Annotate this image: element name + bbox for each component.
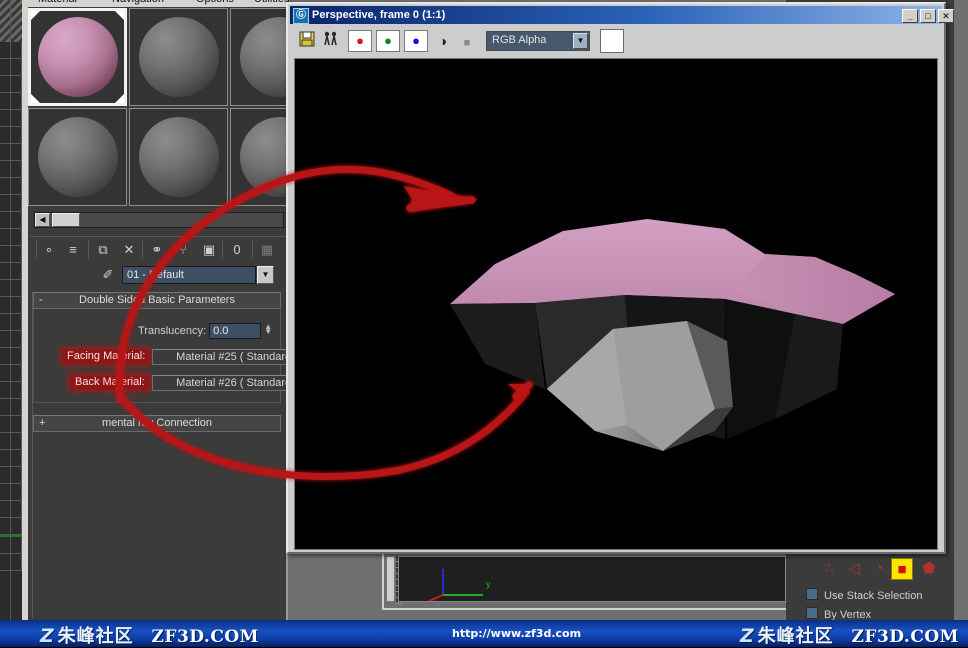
close-button[interactable]: ✕ [938, 9, 954, 23]
scroll-left-arrow-icon[interactable]: ◀ [35, 213, 50, 227]
translucency-input[interactable]: 0.0 [209, 323, 262, 339]
material-name-dropdown-arrow-icon[interactable]: ▼ [257, 266, 274, 284]
save-bitmap-icon[interactable] [296, 30, 318, 52]
polygon-level-icon[interactable]: ■ [891, 558, 913, 580]
render-window-title: Perspective, frame 0 (1:1) [312, 9, 446, 21]
translucency-row: Translucency: 0.0 ▲ ▼ [138, 323, 272, 339]
rollout-header-double-sided[interactable]: - Double Sided Basic Parameters [33, 292, 281, 309]
back-material-label-wrap: Back Material: [70, 375, 150, 390]
red-dot-icon: ● [356, 33, 364, 48]
facing-material-label-wrap: Facing Material: [62, 349, 151, 364]
viewport-vertical-track[interactable] [386, 556, 395, 602]
rollout-title: mental ray Connection [101, 417, 213, 429]
watermark-right-chinese: 朱峰社区 [757, 626, 834, 647]
edge-level-icon[interactable]: ◁ [843, 558, 865, 580]
eyedropper-icon[interactable]: ✐ [98, 266, 118, 284]
mental-ray-connection-body [33, 432, 281, 618]
material-editor-toolbar[interactable]: ∘ ≡ ⧉ ✕ ⚭ ⑂ ▣ 0 ▦ [30, 236, 286, 263]
use-stack-selection-row[interactable]: Use Stack Selection [806, 588, 922, 602]
viewport-canvas[interactable]: y [398, 556, 786, 602]
alpha-square-icon: ■ [463, 37, 471, 49]
material-name-input[interactable]: 01 - Default [122, 266, 256, 284]
menu-item-utilities[interactable]: Utilities [254, 0, 289, 5]
sample-slots-horizontal-scrollbar[interactable]: ◀ [34, 212, 284, 228]
sample-slots-grid[interactable] [28, 8, 329, 208]
back-material-label-highlight: Back Material: [70, 375, 150, 390]
menu-item-material[interactable]: Material [38, 0, 77, 5]
watermark-left-domain: ZF3D.COM [151, 627, 259, 647]
put-to-library-icon[interactable]: ▣ [198, 240, 220, 260]
monochrome-button[interactable]: ◑ [432, 30, 454, 52]
get-material-icon[interactable]: ∘ [38, 240, 60, 260]
border-level-icon[interactable]: ◔ [868, 558, 890, 580]
watermark-center-url: http://www.zf3d.com [452, 627, 582, 640]
reset-map-icon[interactable]: ✕ [118, 240, 140, 260]
watermark-left-chinese: 朱峰社区 [57, 626, 134, 647]
rollout-collapse-sign[interactable]: - [39, 293, 43, 308]
assign-material-to-selection-icon[interactable]: ⧉ [92, 240, 114, 260]
translucency-label: Translucency: [138, 325, 207, 337]
green-channel-button[interactable]: ● [376, 30, 400, 52]
rendered-frame-window[interactable]: Ⓖ Perspective, frame 0 (1:1) _ □ ✕ ● ● ●… [286, 2, 954, 554]
sample-slot-5[interactable] [129, 108, 228, 206]
render-window-app-icon: Ⓖ [293, 8, 309, 24]
make-unique-icon[interactable]: ⑂ [172, 240, 194, 260]
half-circle-icon: ◑ [438, 33, 448, 49]
clone-rendered-frame-icon[interactable] [320, 30, 342, 52]
minimize-button[interactable]: _ [902, 9, 918, 23]
show-map-in-viewport-icon[interactable]: ▦ [256, 240, 278, 260]
material-editor-menubar[interactable]: Material Navigation Options Utilities [28, 0, 289, 7]
render-window-titlebar[interactable]: Ⓖ Perspective, frame 0 (1:1) _ □ ✕ [290, 6, 954, 24]
scrollbar-thumb[interactable] [52, 213, 80, 227]
sample-slot-1[interactable] [28, 8, 127, 106]
element-level-icon[interactable]: ⬟ [918, 558, 940, 580]
blue-channel-button[interactable]: ● [404, 30, 428, 52]
watermark-left-z-logo: Z [40, 625, 54, 647]
world-axis-tripod-icon: y [428, 569, 491, 602]
translucency-spinner[interactable]: ▲ ▼ [264, 323, 272, 336]
left-vertical-toolbar[interactable] [0, 0, 23, 620]
red-channel-button[interactable]: ● [348, 30, 372, 52]
make-material-copy-icon[interactable]: ⚭ [146, 240, 168, 260]
menu-item-options[interactable]: Options [196, 0, 234, 5]
rollout-header-mental-ray-connection[interactable]: + mental ray Connection [33, 415, 281, 432]
double-sided-basic-parameters-body: Translucency: 0.0 ▲ ▼ Facing Material: Ma… [33, 309, 322, 403]
sample-sphere-grey [138, 117, 219, 197]
watermark-right-domain: ZF3D.COM [851, 627, 959, 647]
watermark-banner: Z 朱峰社区 ZF3D.COM http://www.zf3d.com Z 朱峰… [0, 620, 968, 647]
sample-slot-2[interactable] [129, 8, 228, 106]
channel-select-arrow-icon[interactable]: ▼ [573, 33, 588, 49]
sample-sphere-grey [138, 17, 219, 97]
sample-slot-4[interactable] [28, 108, 127, 206]
use-stack-selection-label: Use Stack Selection [824, 590, 923, 602]
blue-dot-icon: ● [412, 33, 420, 48]
left-strip-divider [0, 0, 11, 620]
by-vertex-row[interactable]: By Vertex [806, 607, 871, 621]
watermark-left: Z 朱峰社区 ZF3D.COM [40, 622, 259, 648]
render-color-swatch[interactable] [600, 29, 624, 53]
rollout-title: Double Sided Basic Parameters [79, 294, 235, 306]
watermark-right-z-logo: Z [740, 625, 754, 647]
rollout-expand-sign[interactable]: + [39, 416, 45, 431]
menu-item-navigation[interactable]: Navigation [112, 0, 164, 5]
render-canvas[interactable] [294, 58, 938, 550]
by-vertex-checkbox[interactable] [806, 607, 818, 619]
material-effects-channel-icon[interactable]: 0 [226, 240, 248, 260]
sub-object-selection-level-row[interactable]: ∴ ◁ ◔ ■ ⬟ [818, 558, 948, 582]
rendered-3d-object [295, 59, 937, 549]
vertex-level-icon[interactable]: ∴ [818, 558, 840, 580]
facing-material-label-highlight: Facing Material: [62, 349, 151, 364]
maximize-button[interactable]: □ [920, 9, 936, 23]
sample-sphere-pink [37, 17, 118, 97]
svg-text:y: y [486, 579, 491, 589]
render-window-toolbar[interactable]: ● ● ● ◑ ■ ✕ RGB Alpha ▼ [290, 26, 942, 56]
alpha-channel-button[interactable]: ■ [456, 30, 478, 52]
watermark-right: Z 朱峰社区 ZF3D.COM [740, 622, 959, 648]
put-material-to-scene-icon[interactable]: ≡ [62, 240, 84, 260]
sample-sphere-grey [37, 117, 118, 197]
material-parameters-rollout-area: - Double Sided Basic Parameters Transluc… [32, 292, 322, 618]
perspective-viewport-strip[interactable]: y [382, 550, 788, 610]
use-stack-selection-checkbox[interactable] [806, 588, 818, 600]
green-dot-icon: ● [384, 33, 392, 48]
